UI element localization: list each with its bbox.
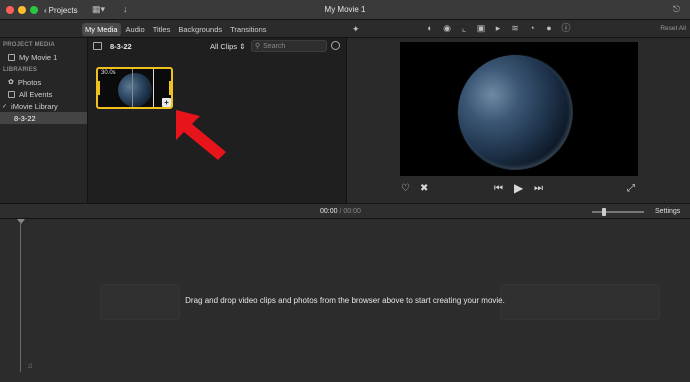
sidebar-item-photos[interactable]: ✿ Photos (0, 76, 87, 88)
annotation-arrow-shape (176, 110, 226, 160)
sidebar-item-project[interactable]: My Movie 1 (0, 51, 87, 63)
clip-trim-handle-left[interactable] (98, 81, 100, 95)
title-bar: ‹ Projects ▦▾ ↓ My Movie 1 ⎋ (0, 0, 690, 20)
clip-skimmer-line (153, 69, 154, 107)
project-media-header: PROJECT MEDIA (3, 42, 55, 48)
sidebar-item-label: Photos (17, 77, 42, 87)
media-tabs: My Media Audio Titles Backgrounds Transi… (82, 23, 270, 36)
browser-settings-icon[interactable] (331, 41, 340, 50)
audio-track-icon: ♫ (27, 361, 33, 370)
tab-backgrounds[interactable]: Backgrounds (175, 23, 225, 36)
annotation-arrow-icon (176, 110, 226, 160)
photos-icon: ✿ (8, 79, 14, 86)
clip-trim-handle-right[interactable] (169, 81, 171, 95)
color-balance-icon[interactable]: ◐ (425, 23, 435, 33)
clip-filter-select[interactable]: All Clips ⇕ (210, 42, 245, 51)
sidebar-item-label: iMovie Library (11, 101, 58, 111)
events-icon (8, 90, 15, 98)
tab-my-media[interactable]: My Media (82, 23, 121, 36)
sidebar-item-label: My Movie 1 (19, 52, 58, 62)
filter-icon[interactable]: ● (544, 23, 554, 33)
time-separator: / (339, 208, 342, 215)
timeline-settings-button[interactable]: Settings (655, 208, 680, 215)
timeline-header: 00:00 / 00:00 Settings (0, 203, 690, 219)
play-icon[interactable]: ▶ (514, 181, 523, 195)
sidebar-toggle-icon[interactable] (93, 42, 102, 50)
search-placeholder: Search (263, 42, 286, 50)
sidebar-item-library[interactable]: ✓ iMovie Library (0, 100, 87, 112)
libraries-sidebar: PROJECT MEDIA My Movie 1 LIBRARIES ✿ Pho… (0, 38, 88, 203)
clip-duration: 30.0s (100, 70, 117, 76)
window-title: My Movie 1 (324, 5, 366, 14)
crop-icon[interactable]: ⌞ (459, 23, 469, 33)
video-viewer[interactable] (400, 42, 638, 176)
volume-icon[interactable]: ▸ (493, 23, 503, 33)
stabilization-icon[interactable]: ▣ (476, 23, 486, 33)
earth-rim-glow (457, 54, 573, 170)
disclosure-triangle-icon[interactable]: ✓ (2, 103, 7, 110)
search-field[interactable]: ⚲ Search (251, 40, 327, 52)
clip-frame-divider (132, 69, 133, 107)
timeline-zoom-slider[interactable] (592, 211, 644, 213)
info-icon[interactable]: ⓘ (561, 23, 571, 33)
timeline-drop-message: Drag and drop video clips and photos fro… (185, 296, 505, 305)
libraries-header: LIBRARIES (3, 67, 38, 73)
updown-chevron-icon: ⇕ (239, 42, 246, 51)
noise-reduction-icon[interactable]: ≋ (510, 23, 520, 33)
project-icon (8, 53, 15, 61)
toolbar: My Media Audio Titles Backgrounds Transi… (0, 20, 690, 38)
adjustments-toolbar: ◐ ◉ ⌞ ▣ ▸ ≋ ◔ ● ⓘ (425, 23, 571, 33)
tab-audio[interactable]: Audio (123, 23, 148, 36)
search-icon: ⚲ (255, 43, 261, 50)
clip-filter-value: All Clips (210, 42, 238, 51)
skip-back-icon[interactable]: ⏮ (494, 183, 503, 194)
magic-wand-icon[interactable]: ✦ (352, 24, 360, 35)
speed-icon[interactable]: ◔ (527, 23, 537, 33)
reset-all-button[interactable]: Reset All (660, 25, 686, 32)
clip-preview-image (118, 73, 152, 107)
sidebar-item-all-events[interactable]: All Events (0, 88, 87, 100)
color-correction-icon[interactable]: ◉ (442, 23, 452, 33)
timecode-display: 00:00 / 00:00 (320, 208, 361, 215)
playhead-handle[interactable] (17, 219, 25, 224)
timeline-zoom-knob[interactable] (602, 208, 606, 216)
skip-forward-icon[interactable]: ⏭ (534, 183, 543, 194)
browser-event-title: 8-3-22 (110, 42, 132, 51)
current-time: 00:00 (320, 208, 338, 215)
sidebar-item-label: All Events (19, 89, 53, 99)
tab-titles[interactable]: Titles (150, 23, 174, 36)
share-icon[interactable]: ⎋ (673, 4, 680, 15)
heart-icon[interactable]: ♡ (401, 183, 410, 194)
sidebar-item-label: 8-3-22 (14, 113, 36, 123)
reject-icon[interactable]: ✖ (420, 183, 428, 194)
tab-transitions[interactable]: Transitions (227, 23, 269, 36)
total-time: 00:00 (343, 208, 361, 215)
sidebar-item-event[interactable]: 8-3-22 (0, 112, 87, 124)
fullscreen-icon[interactable]: ⤢ (627, 183, 635, 194)
